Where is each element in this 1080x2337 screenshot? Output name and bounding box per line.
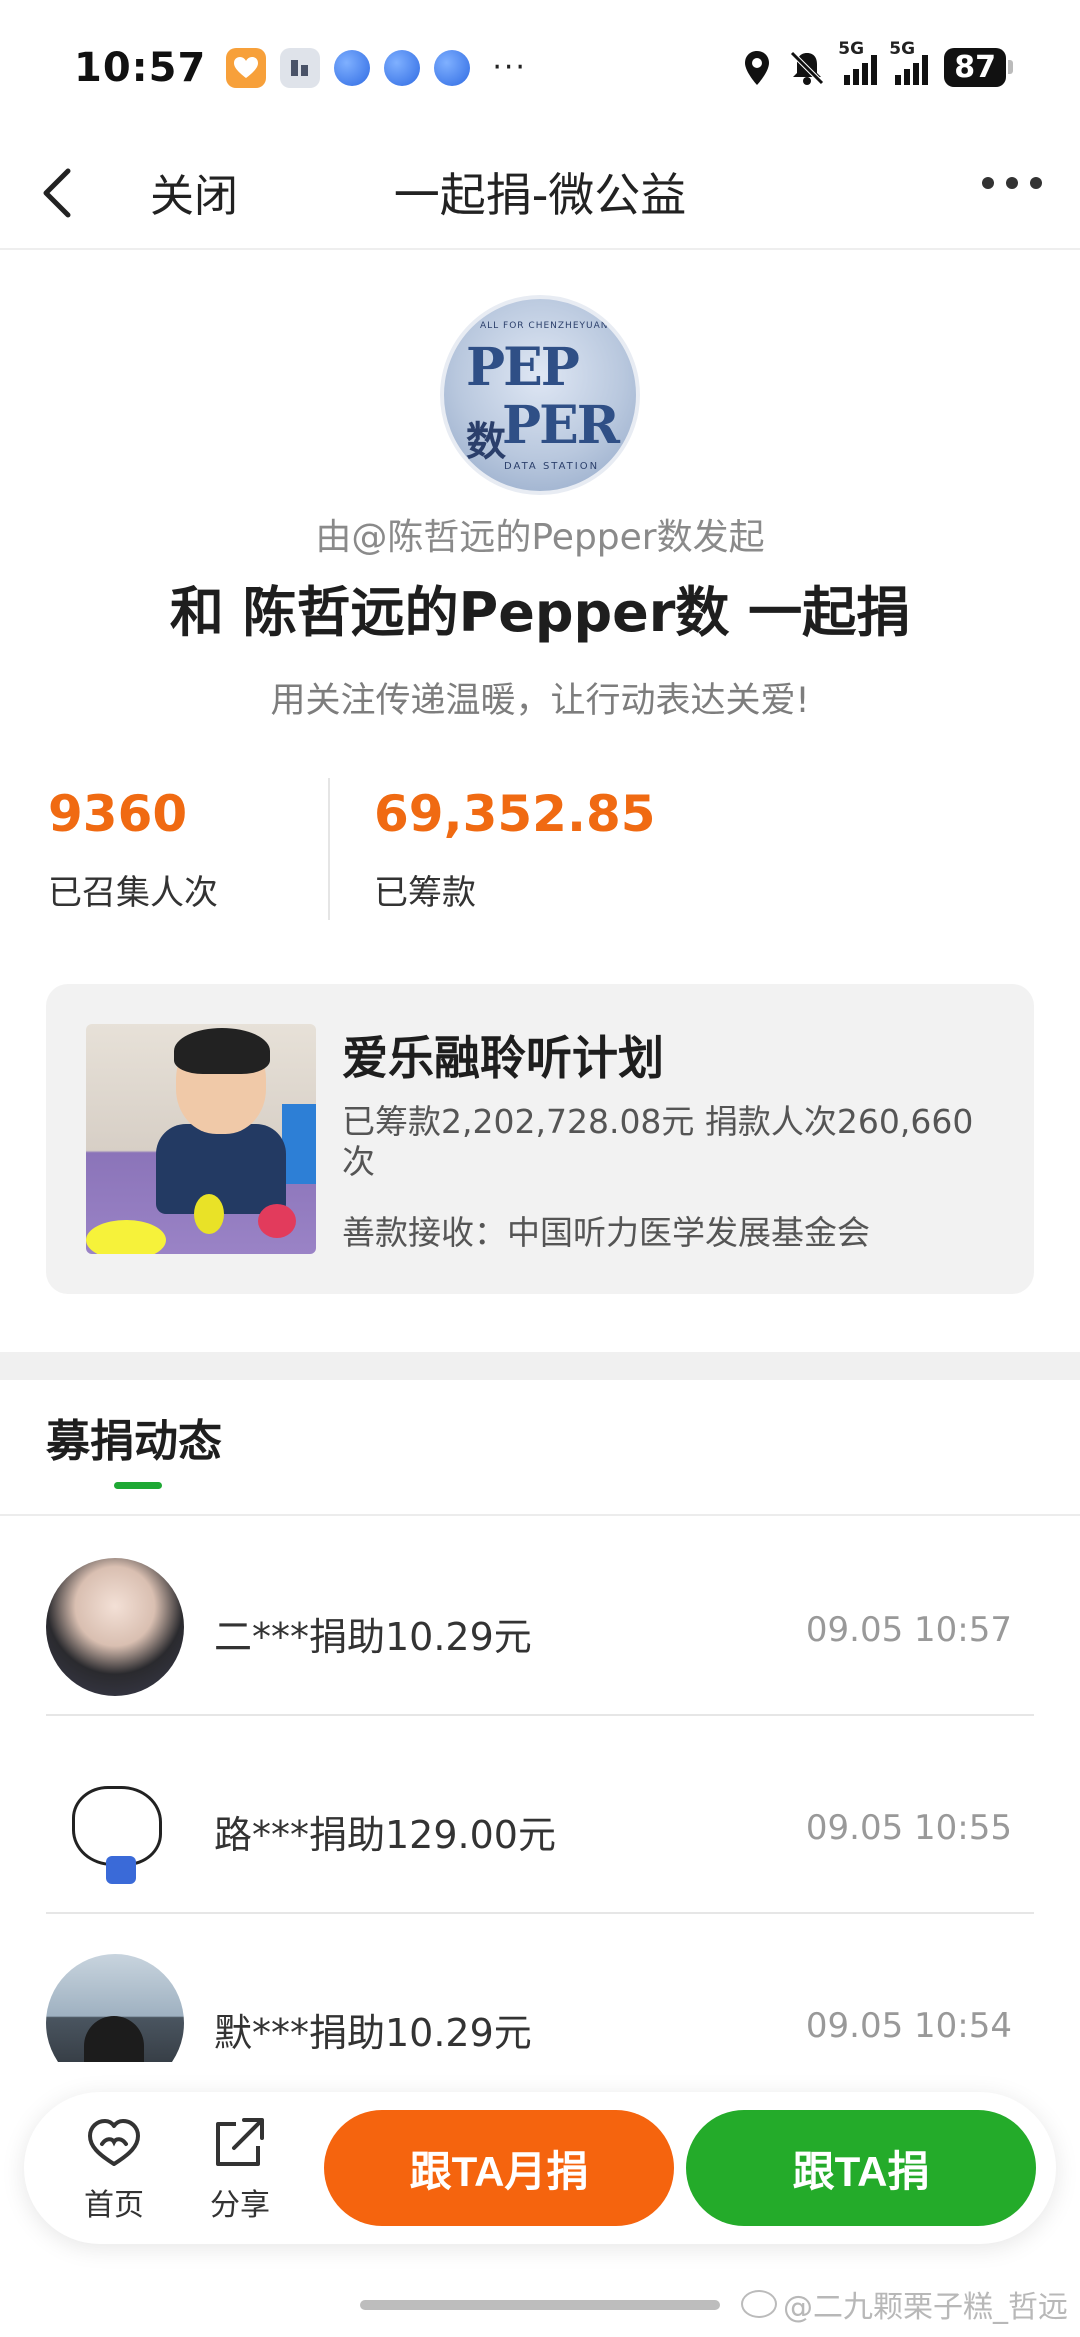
home-label: 首页 — [84, 2188, 144, 2223]
project-image — [86, 1024, 316, 1254]
list-item: 二***捐助10.29元 09.05 10:57 — [46, 1518, 1034, 1716]
raised-value: 69,352.85 — [374, 785, 656, 843]
document-app-icon — [280, 47, 321, 88]
home-indicator[interactable] — [360, 2300, 720, 2310]
status-time: 10:57 — [74, 44, 207, 91]
avatar[interactable] — [46, 1954, 184, 2062]
project-card[interactable]: 爱乐融聆听计划 已筹款2,202,728.08元 捐款人次260,660次 善款… — [46, 984, 1034, 1294]
slogan: 用关注传递温暖，让行动表达关爱! — [270, 681, 810, 721]
avatar[interactable] — [46, 1558, 184, 1696]
headline: 和 陈哲远的Pepper数 一起捐 — [169, 581, 911, 644]
home-button[interactable]: 首页 — [74, 2114, 154, 2224]
raised-label: 已筹款 — [374, 873, 476, 913]
share-button[interactable]: 分享 — [200, 2114, 280, 2224]
avatar[interactable] — [46, 1756, 184, 1894]
initiator-text[interactable]: 由@陈哲远的Pepper数发起 — [0, 508, 1080, 560]
tab-active-indicator — [114, 1482, 162, 1489]
bottom-action-bar: 首页 分享 跟TA月捐 跟TA捐 — [24, 2092, 1056, 2244]
donation-time: 09.05 10:54 — [805, 2006, 1012, 2046]
stat-divider — [328, 778, 330, 920]
bell-muted-icon — [790, 50, 825, 85]
battery-icon: 87 — [944, 48, 1013, 87]
more-options-icon[interactable] — [982, 177, 1042, 189]
blue-app-icon — [434, 49, 471, 86]
participants-value: 9360 — [48, 785, 188, 843]
donate-button[interactable]: 跟TA捐 — [686, 2110, 1036, 2226]
share-label: 分享 — [210, 2188, 270, 2223]
share-icon — [216, 2118, 264, 2166]
page-title: 一起捐-微公益 — [393, 167, 687, 222]
project-title: 爱乐融聆听计划 — [342, 1031, 664, 1085]
status-indicators: 5G 5G 87 — [742, 39, 1013, 87]
project-recipient: 善款接收：中国听力医学发展基金会 — [342, 1213, 870, 1252]
heart-app-icon — [226, 47, 267, 88]
list-item: 默***捐助10.29元 09.05 10:54 — [46, 1914, 1034, 2062]
signal-5g-icon: 5G — [838, 39, 878, 85]
status-app-icons: ··· — [226, 47, 527, 88]
location-icon — [745, 50, 770, 85]
weibo-icon — [741, 2290, 777, 2318]
list-item: 路***捐助129.00元 09.05 10:55 — [46, 1716, 1034, 1914]
more-notifications-icon: ··· — [492, 50, 527, 85]
signal-5g-icon: 5G — [889, 39, 929, 85]
tab-divider — [0, 1514, 1080, 1516]
monthly-donate-button[interactable]: 跟TA月捐 — [324, 2110, 674, 2226]
donation-time: 09.05 10:55 — [805, 1808, 1012, 1848]
donation-text: 默***捐助10.29元 — [214, 2011, 532, 2055]
donation-text: 二***捐助10.29元 — [214, 1615, 532, 1659]
blue-app-icon — [384, 49, 421, 86]
raised-stat: 69,352.85 已筹款 — [374, 785, 656, 914]
project-stats: 已筹款2,202,728.08元 捐款人次260,660次 — [342, 1102, 974, 1181]
nav-bar: 关闭 一起捐-微公益 — [0, 135, 1080, 250]
participants-stat: 9360 已召集人次 — [48, 785, 218, 914]
watermark-text: @二九颗栗子糕_哲远 — [783, 2290, 1068, 2325]
watermark: @二九颗栗子糕_哲远 — [741, 2282, 1068, 2326]
initiator-avatar[interactable]: ALL FOR CHENZHEYUAN PEP PER 数 DATA STATI… — [440, 295, 640, 495]
tab-donation-feed[interactable]: 募捐动态 — [46, 1405, 222, 1469]
blue-app-icon — [334, 49, 371, 86]
donation-time: 09.05 10:57 — [805, 1610, 1012, 1650]
home-heart-icon — [88, 2119, 140, 2166]
status-bar: 10:57 ··· 5G 5G 87 — [0, 0, 1080, 135]
section-separator — [0, 1352, 1080, 1380]
donation-text: 路***捐助129.00元 — [214, 1813, 556, 1857]
participants-label: 已召集人次 — [48, 873, 218, 913]
